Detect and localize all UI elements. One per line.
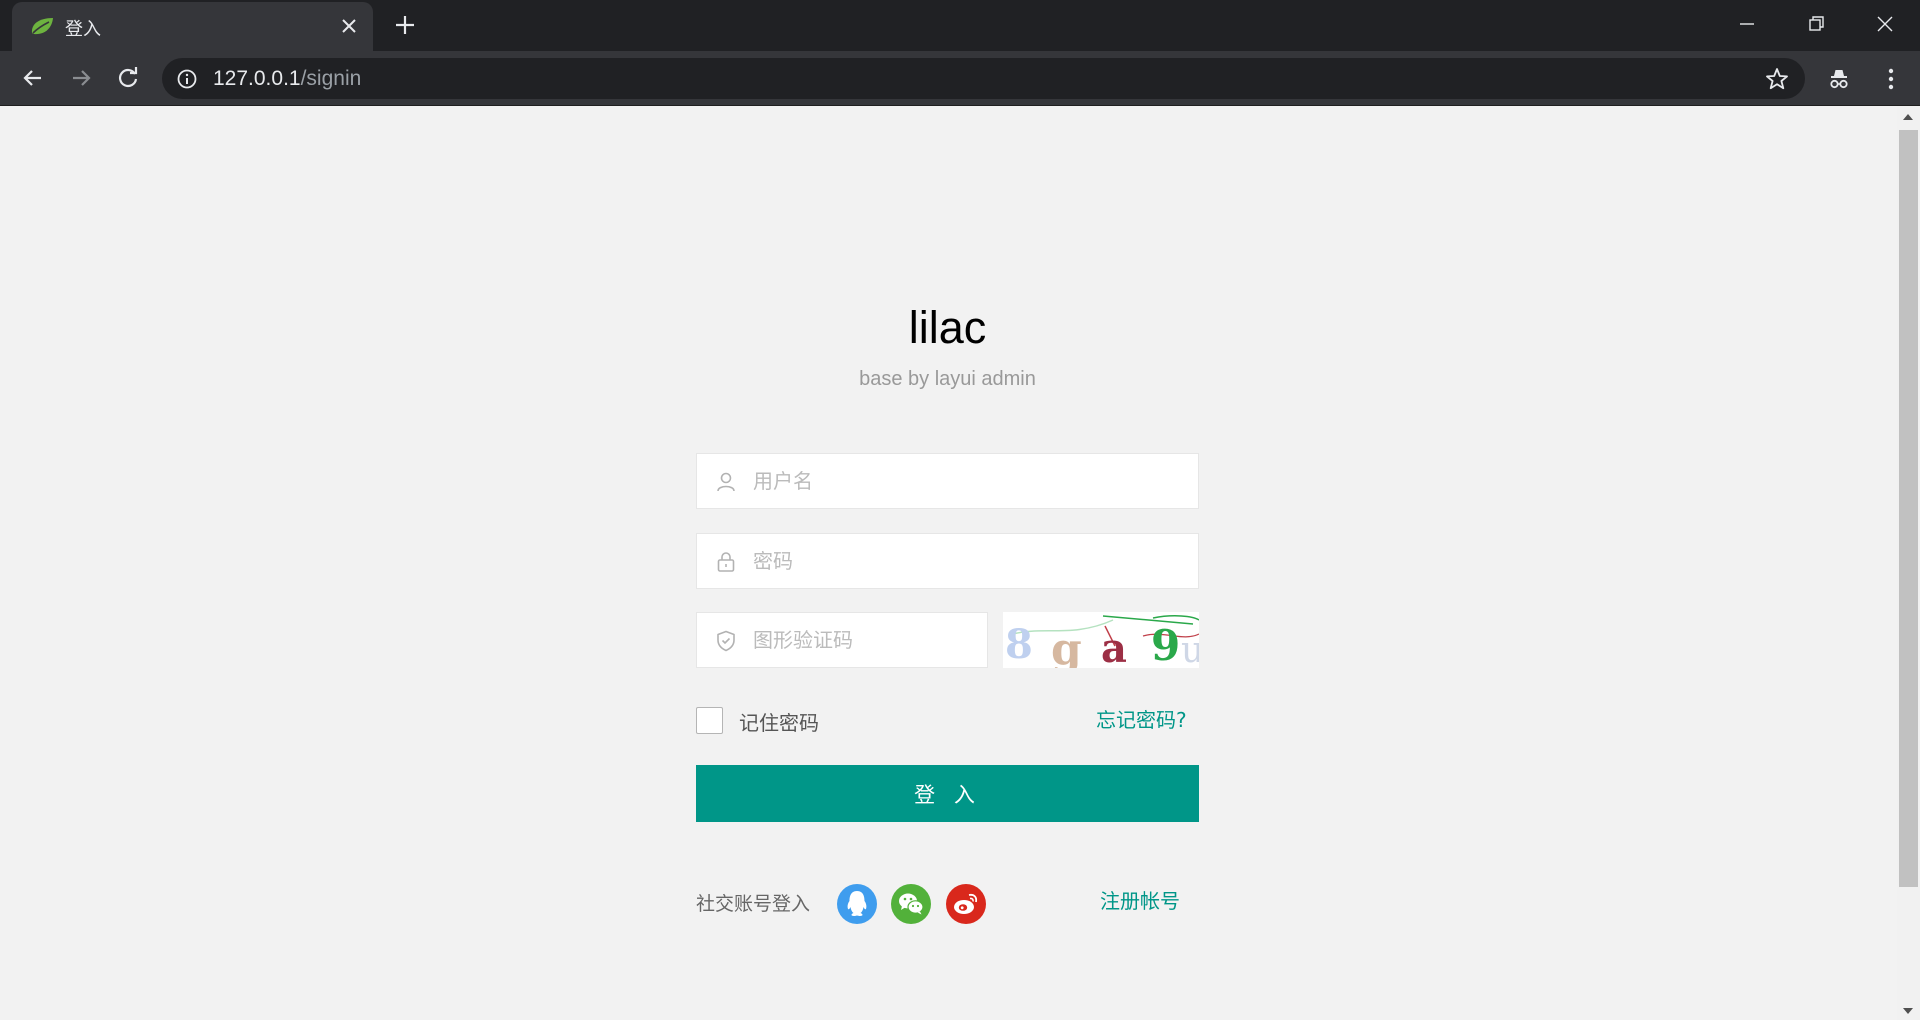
captcha-char: a xyxy=(1101,625,1127,668)
browser-tab[interactable]: 登入 xyxy=(12,2,373,51)
app-title: lilac xyxy=(908,302,987,353)
user-icon xyxy=(717,472,735,492)
qq-icon xyxy=(847,891,867,916)
bookmark-star-icon[interactable] xyxy=(1764,66,1790,92)
password-field[interactable] xyxy=(696,533,1199,589)
forgot-password-link[interactable]: 忘记密码? xyxy=(1096,704,1187,733)
login-button[interactable]: 登 入 xyxy=(696,765,1199,822)
scroll-down-arrow-icon[interactable] xyxy=(1903,1008,1913,1014)
url-text: 127.0.0.1/signin xyxy=(213,67,361,91)
incognito-icon[interactable] xyxy=(1824,64,1854,94)
forward-arrow-icon[interactable] xyxy=(66,63,96,93)
captcha-char: g xyxy=(1051,624,1082,668)
kebab-menu-icon[interactable] xyxy=(1876,64,1906,94)
wechat-login-button[interactable] xyxy=(891,884,931,924)
remember-label[interactable]: 记住密码 xyxy=(739,707,819,736)
info-icon[interactable] xyxy=(176,68,198,90)
tab-title: 登入 xyxy=(65,19,101,39)
captcha-char: 8 xyxy=(1005,621,1033,668)
close-tab-icon[interactable] xyxy=(337,14,361,38)
register-link[interactable]: 注册帐号 xyxy=(1100,885,1180,914)
captcha-char: 9 xyxy=(1151,621,1180,668)
browser-toolbar: 127.0.0.1/signin xyxy=(0,51,1920,106)
minimize-icon[interactable] xyxy=(1729,6,1765,42)
remember-checkbox[interactable] xyxy=(696,707,723,734)
qq-login-button[interactable] xyxy=(837,884,877,924)
scrollbar-thumb[interactable] xyxy=(1899,130,1918,887)
url-path: /signin xyxy=(300,67,362,90)
wechat-icon xyxy=(899,893,924,915)
spring-leaf-icon xyxy=(31,18,53,35)
back-arrow-icon[interactable] xyxy=(18,63,48,93)
app-subtitle: base by layui admin xyxy=(859,368,1036,390)
page-viewport: lilac base by layui admin 用户名 图形验证码 8 g … xyxy=(0,106,1897,1020)
captcha-input[interactable] xyxy=(753,613,977,667)
new-tab-icon[interactable] xyxy=(391,11,419,39)
shield-check-icon xyxy=(717,630,735,652)
window-close-icon[interactable] xyxy=(1867,6,1903,42)
weibo-icon xyxy=(954,893,978,914)
captcha-graphic: 8 g a 9 u xyxy=(1005,615,1199,668)
url-host: 127.0.0.1 xyxy=(213,67,301,90)
captcha-char: u xyxy=(1181,630,1199,668)
social-login-label: 社交账号登入 xyxy=(696,893,811,915)
restore-icon[interactable] xyxy=(1798,6,1834,42)
username-field[interactable] xyxy=(696,453,1199,509)
reload-icon[interactable] xyxy=(113,63,143,93)
scroll-up-arrow-icon[interactable] xyxy=(1903,114,1913,120)
address-bar[interactable]: 127.0.0.1/signin xyxy=(162,58,1805,99)
captcha-image[interactable]: 8 g a 9 u xyxy=(1003,612,1199,668)
captcha-field[interactable] xyxy=(696,612,988,668)
weibo-login-button[interactable] xyxy=(946,884,986,924)
lock-icon xyxy=(717,552,735,572)
password-input[interactable] xyxy=(753,534,1188,588)
browser-tabbar: 登入 xyxy=(0,0,1920,51)
username-input[interactable] xyxy=(753,454,1188,508)
vertical-scrollbar[interactable] xyxy=(1897,106,1920,1020)
